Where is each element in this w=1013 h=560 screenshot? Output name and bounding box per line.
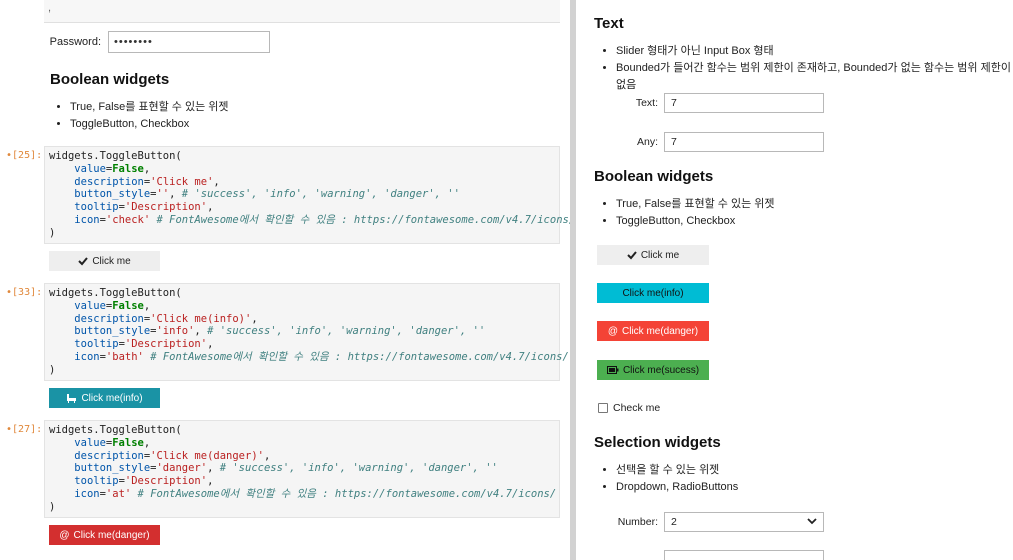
number-dropdown-widget: Number: 2 <box>596 512 824 532</box>
boolean-heading: Boolean widgets <box>50 71 170 88</box>
bullet-item: ToggleButton, Checkbox <box>616 213 775 230</box>
any-input[interactable]: 7 <box>664 132 824 152</box>
cell-prompt: •[27]: <box>6 424 43 435</box>
chevron-down-icon <box>807 516 817 526</box>
at-icon: @ <box>59 529 70 541</box>
at-icon: @ <box>607 325 618 337</box>
battery-icon <box>606 366 619 374</box>
password-label: Password: <box>49 36 101 48</box>
code-editor[interactable]: widgets.ToggleButton( value=False, descr… <box>44 283 569 381</box>
bullet-item: Slider 형태가 아닌 Input Box 형태 <box>616 43 1013 60</box>
number-dropdown[interactable]: 2 <box>664 512 824 532</box>
toggle-button-click-me-info[interactable]: Click me(info) <box>597 283 709 303</box>
text-label: Text: <box>635 97 658 109</box>
left-notebook-pane[interactable]: , Password: •••••••• Boolean widgets Tru… <box>0 0 570 560</box>
toggle-button-click-me-danger[interactable]: @ Click me(danger) <box>49 525 160 545</box>
bath-icon <box>66 393 77 403</box>
toggle-button-click-me-info[interactable]: Click me(info) <box>49 388 160 408</box>
toggle-button-click-me-danger[interactable]: @ Click me(danger) <box>597 321 709 341</box>
bullet-item: Dropdown, RadioButtons <box>616 479 738 496</box>
check-icon <box>627 250 637 260</box>
bullet-item: ToggleButton, Checkbox <box>70 116 229 133</box>
toggle-button-click-me[interactable]: Click me <box>49 251 160 271</box>
selection-heading: Selection widgets <box>594 434 721 451</box>
cell-prompt: •[33]: <box>6 287 43 298</box>
toggle-button-click-me-success[interactable]: Click me(sucess) <box>597 360 709 380</box>
number-label: Number: <box>617 516 658 528</box>
checkbox-label: Check me <box>613 402 661 414</box>
boolean-bullet-list: True, False를 표현할 수 있는 위젯 ToggleButton, C… <box>598 196 775 230</box>
password-input[interactable]: •••••••• <box>108 31 270 53</box>
previous-output-area: , <box>44 0 560 23</box>
any-label: Any: <box>636 136 658 148</box>
password-widget: Password: •••••••• <box>44 31 270 53</box>
code-cell-25[interactable]: •[25]: widgets.ToggleButton( value=False… <box>0 146 570 276</box>
check-icon <box>78 256 89 266</box>
text-bullet-list: Slider 형태가 아닌 Input Box 형태 Bounded가 들어간 … <box>598 43 1013 94</box>
any-widget: Any: 7 <box>596 132 824 152</box>
text-heading: Text <box>594 15 624 32</box>
bullet-item: True, False를 표현할 수 있는 위젯 <box>616 196 775 213</box>
checkbox-input[interactable] <box>598 403 608 413</box>
checkbox-widget[interactable]: Check me <box>598 402 660 414</box>
boolean-heading: Boolean widgets <box>594 168 714 185</box>
code-editor[interactable]: widgets.ToggleButton( value=False, descr… <box>44 420 560 518</box>
toggle-button-click-me[interactable]: Click me <box>597 245 709 265</box>
selection-bullet-list: 선택을 할 수 있는 위젯 Dropdown, RadioButtons <box>598 462 738 496</box>
bullet-item: True, False를 표현할 수 있는 위젯 <box>70 99 229 116</box>
text-input[interactable]: 7 <box>664 93 824 113</box>
cell-prompt: •[25]: <box>6 150 43 161</box>
code-cell-27[interactable]: •[27]: widgets.ToggleButton( value=False… <box>0 420 560 550</box>
text-widget: Text: 7 <box>596 93 824 113</box>
code-cell-33[interactable]: •[33]: widgets.ToggleButton( value=False… <box>0 283 569 413</box>
bullet-item: 선택을 할 수 있는 위젯 <box>616 462 738 479</box>
code-editor[interactable]: widgets.ToggleButton( value=False, descr… <box>44 146 570 244</box>
right-preview-pane[interactable]: Text Slider 형태가 아닌 Input Box 형태 Bounded가… <box>576 0 1013 560</box>
bullet-item: Bounded가 들어간 함수는 범위 제한이 존재하고, Bounded가 없… <box>616 60 1013 94</box>
next-widget-partial <box>664 550 824 560</box>
boolean-bullet-list: True, False를 표현할 수 있는 위젯 ToggleButton, C… <box>52 99 229 133</box>
